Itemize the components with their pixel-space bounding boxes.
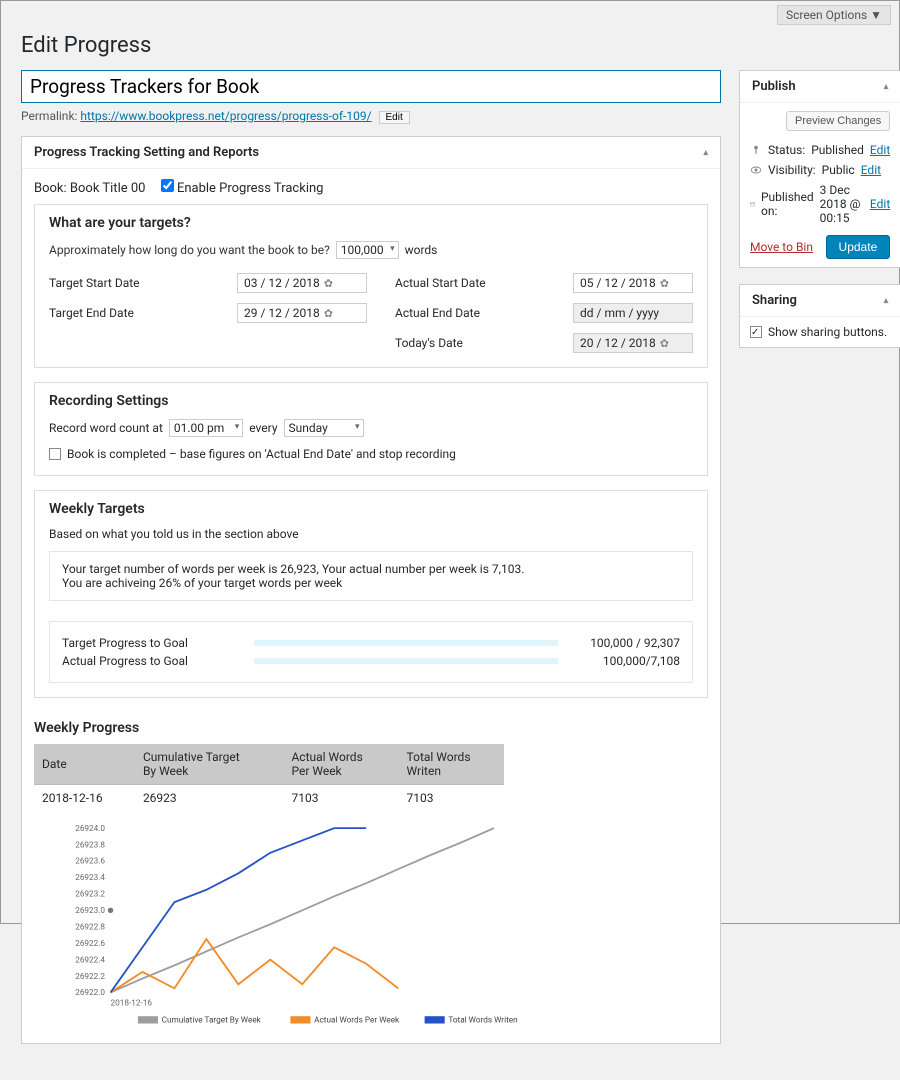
weekly-progress-heading: Weekly Progress [34,712,708,744]
record-time-select[interactable]: 01.00 pm [169,419,243,437]
published-edit-link[interactable]: Edit [870,197,890,211]
book-title: Book Title 00 [70,181,146,196]
target-start-input[interactable]: 03 / 12 / 2018✿ [237,273,367,293]
recording-heading: Recording Settings [49,393,693,409]
post-title-input[interactable] [21,70,721,103]
gear-icon: ✿ [660,337,669,350]
pin-icon [750,144,762,156]
collapse-icon[interactable]: ▴ [884,296,889,306]
table-row: 2018-12-162692371037103 [34,785,504,812]
actual-start-label: Actual Start Date [395,276,545,290]
sharing-box-title: Sharing [752,293,797,308]
screen-options-button[interactable]: Screen Options ▼ [777,5,891,25]
targets-heading: What are your targets? [49,215,693,231]
gear-icon: ✿ [324,307,333,320]
calendar-icon [750,198,755,210]
word-count-select[interactable]: 100,000 [336,241,399,259]
permalink-edit-button[interactable]: Edit [379,111,410,124]
targets-hint: Approximately how long do you want the b… [49,243,330,257]
preview-changes-button[interactable]: Preview Changes [786,111,890,131]
permalink: Permalink: https://www.bookpress.net/pro… [21,109,721,124]
book-label: Book: [34,181,67,196]
weekly-progress-table: DateCumulative TargetBy WeekActual Words… [34,744,504,811]
enable-tracking-checkbox[interactable] [161,179,174,192]
move-to-bin-link[interactable]: Move to Bin [750,240,813,254]
gear-icon: ✿ [660,277,669,290]
svg-text:Actual Words Per Week: Actual Words Per Week [314,1016,400,1026]
svg-text:Total Words Writen: Total Words Writen [448,1016,517,1026]
svg-text:26924.0: 26924.0 [75,824,105,834]
svg-text:26923.2: 26923.2 [75,890,105,900]
collapse-icon[interactable]: ▴ [884,82,889,92]
progress-bar-row: Target Progress to Goal100,000 / 92,307 [62,636,680,650]
actual-end-label: Actual End Date [395,306,545,320]
actual-end-input[interactable]: dd / mm / yyyy [573,303,693,323]
svg-text:2018-12-16: 2018-12-16 [111,998,153,1008]
todays-date-input: 20 / 12 / 2018✿ [573,333,693,353]
svg-text:26923.0: 26923.0 [75,906,105,916]
svg-text:26923.4: 26923.4 [75,873,105,883]
svg-text:26922.0: 26922.0 [75,988,105,998]
actual-start-input[interactable]: 05 / 12 / 2018✿ [573,273,693,293]
status-edit-link[interactable]: Edit [870,143,890,157]
eye-icon [750,164,762,176]
completed-label: Book is completed – base figures on 'Act… [67,447,456,461]
todays-date-label: Today's Date [395,336,545,350]
permalink-link[interactable]: https://www.bookpress.net/progress/progr… [80,109,371,123]
weekly-targets-msg: Your target number of words per week is … [49,551,693,601]
visibility-edit-link[interactable]: Edit [861,163,881,177]
svg-text:26922.4: 26922.4 [75,955,105,965]
record-day-select[interactable]: Sunday [284,419,364,437]
svg-text:26923.6: 26923.6 [75,857,105,867]
enable-tracking-label: Enable Progress Tracking [177,181,324,196]
sharing-label: Show sharing buttons. [768,325,887,339]
svg-text:26922.6: 26922.6 [75,939,105,949]
metabox-title: Progress Tracking Setting and Reports [34,145,259,160]
target-start-label: Target Start Date [49,276,209,290]
svg-text:Cumulative Target By Week: Cumulative Target By Week [162,1016,262,1026]
svg-text:26923.8: 26923.8 [75,840,105,850]
svg-text:26922.2: 26922.2 [75,972,105,982]
target-end-input[interactable]: 29 / 12 / 2018✿ [237,303,367,323]
weekly-targets-note: Based on what you told us in the section… [49,527,693,541]
publish-box-title: Publish [752,79,796,94]
page-title: Edit Progress [21,33,879,58]
progress-bar-row: Actual Progress to Goal100,000/7,108 [62,654,680,668]
weekly-targets-heading: Weekly Targets [49,501,693,517]
target-end-label: Target End Date [49,306,209,320]
update-button[interactable]: Update [826,235,891,259]
completed-checkbox[interactable] [49,448,61,460]
sharing-checkbox[interactable] [750,326,762,338]
weekly-progress-chart: 26922.026922.226922.426922.626922.826923… [34,819,534,1029]
collapse-icon[interactable]: ▴ [703,148,708,158]
gear-icon: ✿ [324,277,333,290]
